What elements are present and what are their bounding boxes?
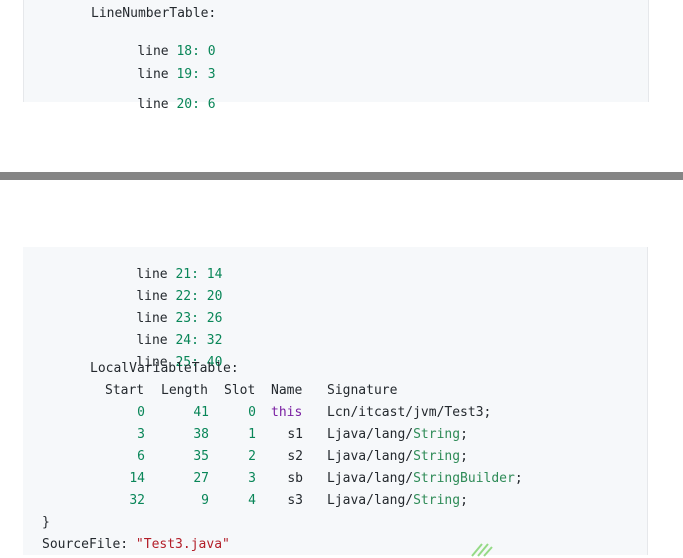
column-header-signature: Signature [327,383,398,398]
table-cell-start: 6 [137,449,145,464]
table-cell-slot: 2 [248,449,256,464]
table-cell-name: s1 [287,427,303,442]
table-cell-slot: 1 [248,427,256,442]
table-cell-name: s3 [287,493,303,508]
table-cell-slot: 0 [248,405,256,420]
line-number-table-heading: LineNumberTable: [91,6,217,21]
table-cell-length: 38 [193,427,209,442]
table-cell-signature: Ljava/lang/String; [327,493,468,508]
table-cell-slot: 4 [248,493,256,508]
source-file-line: SourceFile: "Test3.java" [42,537,230,552]
column-header-slot: Slot [224,383,256,398]
table-cell-slot: 3 [248,471,256,486]
table-cell-start: 32 [129,493,145,508]
table-cell-start: 0 [137,405,145,420]
code-block-bottom: line 21: 14 line 22: 20 line 23: 26 line… [23,247,648,555]
table-cell-length: 41 [193,405,209,420]
table-cell-length: 27 [193,471,209,486]
table-cell-signature: Ljava/lang/String; [327,449,468,464]
local-variable-table-heading: LocalVariableTable: [90,361,239,376]
section-divider [0,172,683,180]
table-cell-start: 3 [137,427,145,442]
code-block-top: LineNumberTable: line 18: 0 line 19: 3 l… [23,0,649,112]
table-cell-name: this [271,405,303,420]
table-cell-start: 14 [129,471,145,486]
table-cell-signature: Ljava/lang/String; [327,427,468,442]
table-cell-name: sb [287,471,303,486]
column-header-length: Length [161,383,208,398]
code-line: line 20: 6 [137,97,216,112]
table-cell-signature: Ljava/lang/StringBuilder; [327,471,523,486]
table-cell-length: 9 [201,493,209,508]
closing-brace: } [42,515,50,530]
table-cell-signature: Lcn/itcast/jvm/Test3; [327,405,492,420]
watermark-icon [471,543,493,557]
table-cell-length: 35 [193,449,209,464]
table-cell-name: s2 [287,449,303,464]
column-header-name: Name [271,383,303,398]
column-header-start: Start [105,383,145,398]
